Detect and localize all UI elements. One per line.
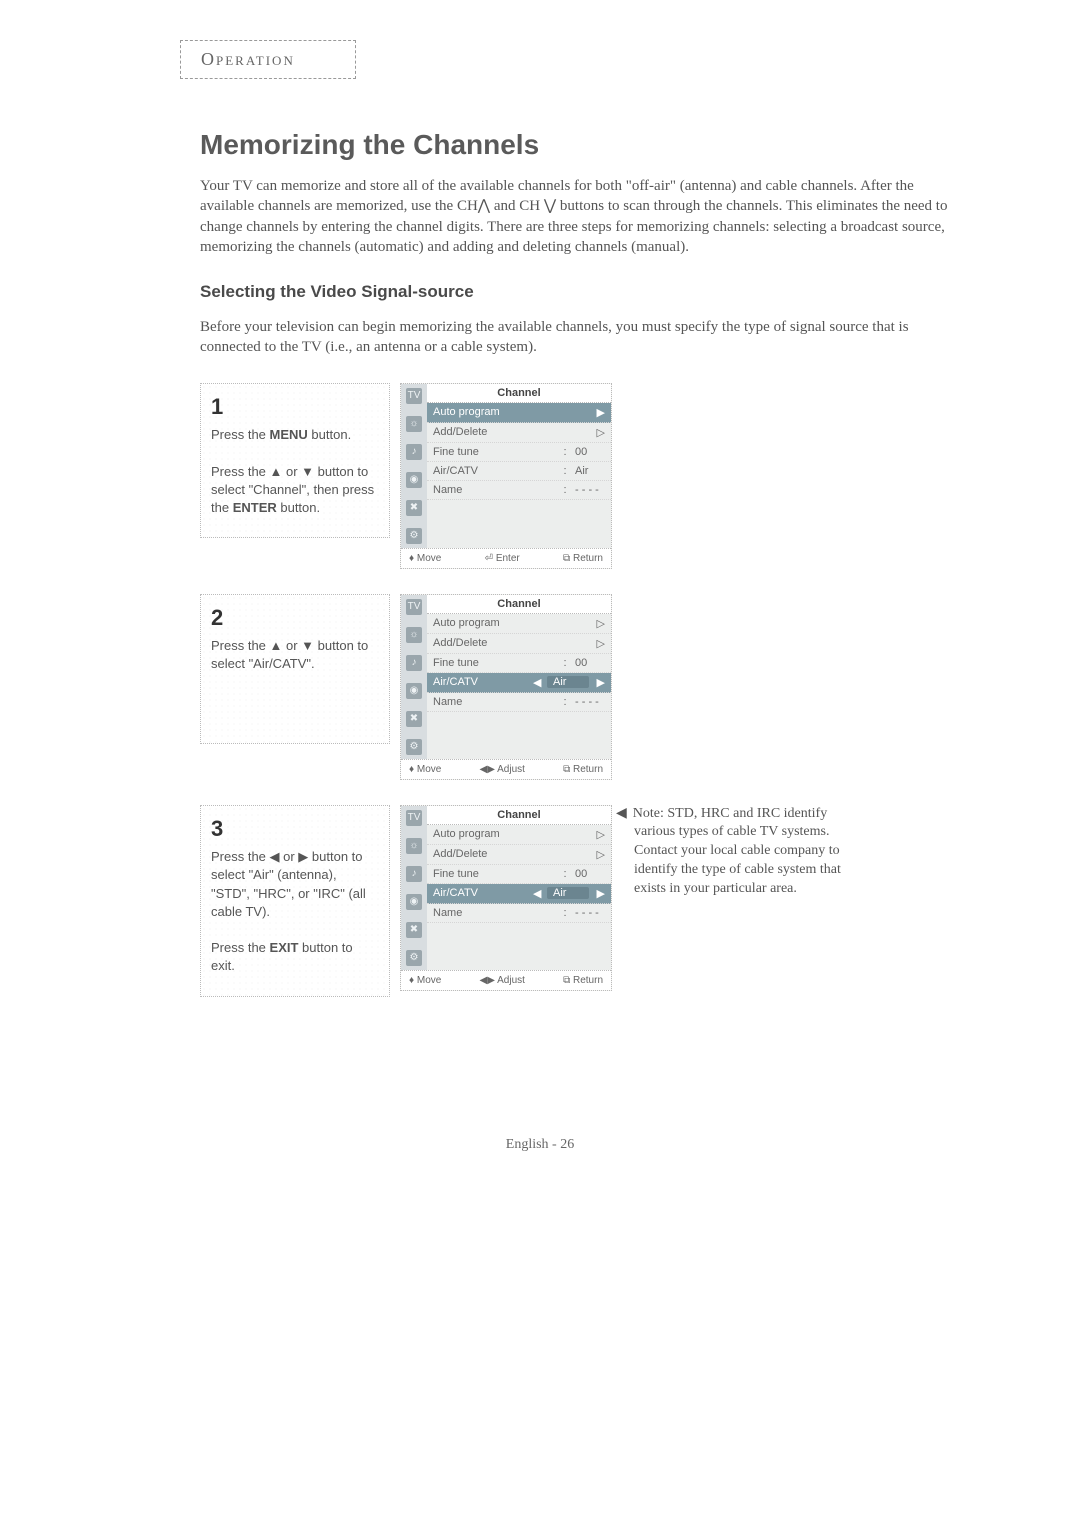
step-body: Press the MENU button.Press the ▲ or ▼ b… [211, 426, 379, 517]
step-number: 2 [211, 603, 379, 634]
osd-footer: ♦ Move ◀▶ Adjust ⧉ Return [401, 759, 611, 779]
menu-fine-tune[interactable]: Fine tune:00 [427, 654, 611, 673]
osd-footer: ♦ Move ⏎ Enter ⧉ Return [401, 548, 611, 568]
menu-name[interactable]: Name:- - - - [427, 693, 611, 712]
osd-screenshot-2: TV ☼ ♪ ◉ ✖ ⚙ Channel Auto program▷ Add/D… [400, 594, 612, 780]
tv-icon: TV [406, 388, 422, 404]
hint-return: ⧉ Return [563, 553, 603, 564]
hint-enter: ⏎ Enter [485, 553, 520, 564]
page-title: Memorizing the Channels [200, 129, 960, 161]
channel-icon: ◉ [406, 472, 422, 488]
subheading: Selecting the Video Signal-source [200, 282, 960, 302]
osd-screenshot-3: TV ☼ ♪ ◉ ✖ ⚙ Channel Auto program▷ Add/D… [400, 805, 612, 991]
settings-icon: ⚙ [406, 739, 422, 755]
step-row-2: 2 Press the ▲ or ▼ button to select "Air… [200, 594, 960, 780]
step-instruction: 3 Press the ◀ or ▶ button to select "Air… [200, 805, 390, 997]
page-content: Memorizing the Channels Your TV can memo… [200, 129, 960, 997]
page-footer: English - 26 [40, 1137, 1040, 1153]
osd-sidebar-icons: TV ☼ ♪ ◉ ✖ ⚙ [401, 806, 427, 970]
hint-adjust: ◀▶ Adjust [480, 975, 525, 986]
picture-icon: ☼ [406, 627, 422, 643]
sound-icon: ♪ [406, 444, 422, 460]
hint-move: ♦ Move [409, 975, 441, 986]
hint-move: ♦ Move [409, 553, 441, 564]
step-body: Press the ◀ or ▶ button to select "Air" … [211, 848, 379, 975]
step-body: Press the ▲ or ▼ button to select "Air/C… [211, 637, 379, 673]
osd-title: Channel [427, 384, 611, 403]
menu-add-delete[interactable]: Add/Delete▷ [427, 845, 611, 865]
menu-add-delete[interactable]: Add/Delete▷ [427, 423, 611, 443]
setup-icon: ✖ [406, 711, 422, 727]
step-row-1: 1 Press the MENU button.Press the ▲ or ▼… [200, 383, 960, 569]
menu-auto-program[interactable]: Auto program▷ [427, 614, 611, 634]
osd-screenshot-1: TV ☼ ♪ ◉ ✖ ⚙ Channel Auto program▶ Add/D… [400, 383, 612, 569]
osd-title: Channel [427, 806, 611, 825]
step-row-3: 3 Press the ◀ or ▶ button to select "Air… [200, 805, 960, 997]
menu-fine-tune[interactable]: Fine tune:00 [427, 865, 611, 884]
menu-auto-program[interactable]: Auto program▷ [427, 825, 611, 845]
hint-move: ♦ Move [409, 764, 441, 775]
note-arrow-icon: ◀ [616, 805, 627, 824]
osd-footer: ♦ Move ◀▶ Adjust ⧉ Return [401, 970, 611, 990]
sound-icon: ♪ [406, 866, 422, 882]
menu-name[interactable]: Name:- - - - [427, 481, 611, 500]
menu-auto-program[interactable]: Auto program▶ [427, 403, 611, 423]
menu-air-catv[interactable]: Air/CATV◀Air▶ [427, 884, 611, 904]
hint-adjust: ◀▶ Adjust [480, 764, 525, 775]
setup-icon: ✖ [406, 500, 422, 516]
sound-icon: ♪ [406, 655, 422, 671]
setup-icon: ✖ [406, 922, 422, 938]
tv-icon: TV [406, 599, 422, 615]
picture-icon: ☼ [406, 416, 422, 432]
menu-name[interactable]: Name:- - - - [427, 904, 611, 923]
step-number: 1 [211, 392, 379, 423]
sub-paragraph: Before your television can begin memoriz… [200, 317, 960, 358]
settings-icon: ⚙ [406, 528, 422, 544]
settings-icon: ⚙ [406, 950, 422, 966]
channel-icon: ◉ [406, 894, 422, 910]
menu-air-catv[interactable]: Air/CATV:Air [427, 462, 611, 481]
picture-icon: ☼ [406, 838, 422, 854]
osd-sidebar-icons: TV ☼ ♪ ◉ ✖ ⚙ [401, 595, 427, 759]
step-instruction: 2 Press the ▲ or ▼ button to select "Air… [200, 594, 390, 744]
channel-icon: ◉ [406, 683, 422, 699]
intro-paragraph: Your TV can memorize and store all of th… [200, 176, 960, 257]
menu-fine-tune[interactable]: Fine tune:00 [427, 443, 611, 462]
step-number: 3 [211, 814, 379, 845]
tv-icon: TV [406, 810, 422, 826]
side-note: ◀Note: STD, HRC and IRC identify various… [622, 805, 864, 899]
osd-sidebar-icons: TV ☼ ♪ ◉ ✖ ⚙ [401, 384, 427, 548]
section-tab: Operation [180, 40, 356, 79]
hint-return: ⧉ Return [563, 975, 603, 986]
menu-add-delete[interactable]: Add/Delete▷ [427, 634, 611, 654]
menu-air-catv[interactable]: Air/CATV◀Air▶ [427, 673, 611, 693]
osd-title: Channel [427, 595, 611, 614]
step-instruction: 1 Press the MENU button.Press the ▲ or ▼… [200, 383, 390, 539]
hint-return: ⧉ Return [563, 764, 603, 775]
